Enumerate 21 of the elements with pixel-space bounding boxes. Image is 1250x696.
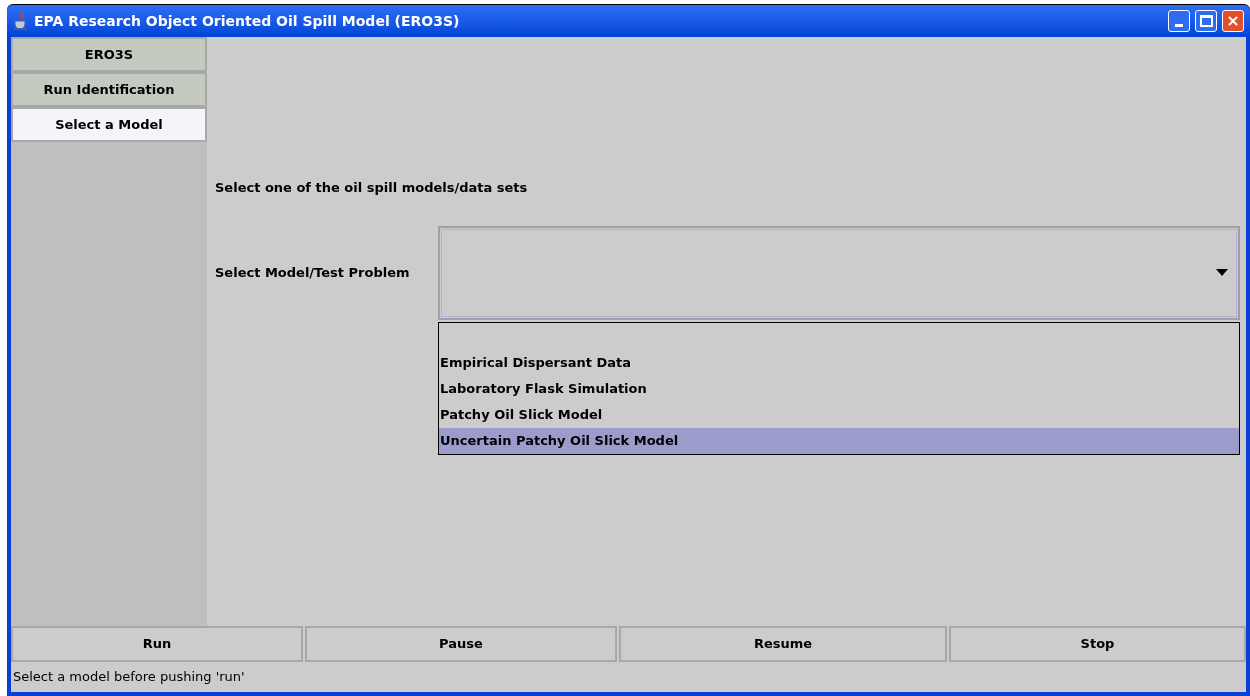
action-button[interactable]: Stop: [949, 626, 1246, 662]
field-label: Select Model/Test Problem: [215, 263, 411, 282]
action-button[interactable]: Run: [11, 626, 303, 662]
window-title: EPA Research Object Oriented Oil Spill Model (ERO3S): [34, 11, 461, 31]
dropdown-option[interactable]: Empirical Dispersant Data: [439, 349, 1239, 376]
dropdown-option[interactable]: Patchy Oil Slick Model: [439, 401, 1239, 428]
sidebar-tab[interactable]: ERO3S: [11, 37, 207, 72]
sidebar-tab[interactable]: Select a Model: [11, 107, 207, 142]
dropdown-arrow-icon: [1216, 269, 1228, 276]
coffee-cup-icon: [13, 12, 29, 30]
minimize-button[interactable]: [1168, 10, 1190, 32]
close-button[interactable]: [1222, 10, 1244, 32]
action-button[interactable]: Resume: [619, 626, 947, 662]
instruction-text: Select one of the oil spill models/data sets: [215, 179, 529, 197]
dropdown-option[interactable]: Uncertain Patchy Oil Slick Model: [439, 427, 1239, 454]
status-text: Select a model before pushing 'run': [13, 668, 245, 687]
close-icon: [1227, 15, 1239, 27]
maximize-button[interactable]: [1195, 10, 1217, 32]
action-button[interactable]: Pause: [305, 626, 617, 662]
dropdown-option[interactable]: Laboratory Flask Simulation: [439, 375, 1239, 402]
sidebar-tab[interactable]: Run Identification: [11, 72, 207, 107]
